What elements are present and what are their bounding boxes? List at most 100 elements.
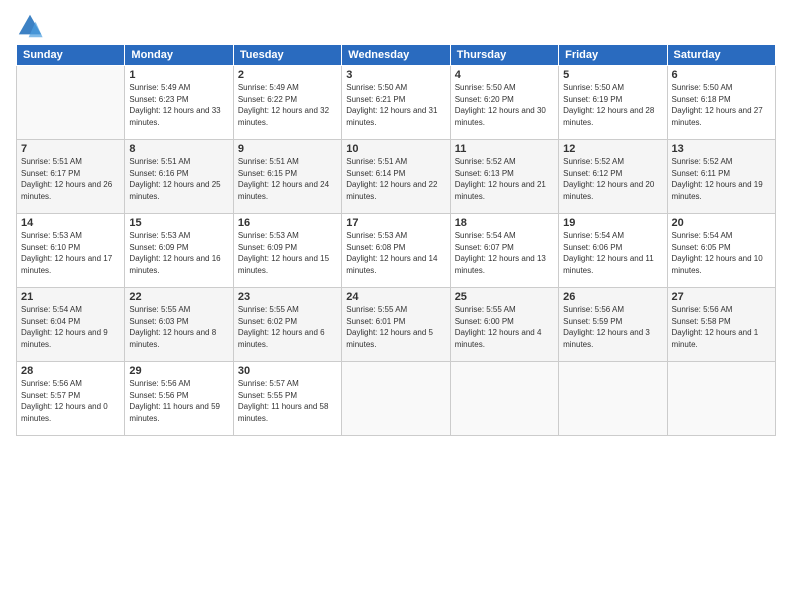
day-number: 8 — [129, 143, 228, 155]
calendar-cell: 19Sunrise: 5:54 AMSunset: 6:06 PMDayligh… — [559, 214, 667, 288]
calendar-cell: 29Sunrise: 5:56 AMSunset: 5:56 PMDayligh… — [125, 362, 233, 436]
day-info: Sunrise: 5:56 AMSunset: 5:58 PMDaylight:… — [672, 304, 771, 350]
day-number: 9 — [238, 143, 337, 155]
calendar-cell: 4Sunrise: 5:50 AMSunset: 6:20 PMDaylight… — [450, 66, 558, 140]
day-info: Sunrise: 5:53 AMSunset: 6:09 PMDaylight:… — [129, 230, 228, 276]
day-number: 19 — [563, 217, 662, 229]
day-number: 30 — [238, 365, 337, 377]
calendar-cell: 27Sunrise: 5:56 AMSunset: 5:58 PMDayligh… — [667, 288, 775, 362]
day-info: Sunrise: 5:49 AMSunset: 6:22 PMDaylight:… — [238, 82, 337, 128]
day-number: 23 — [238, 291, 337, 303]
weekday-header: Monday — [125, 45, 233, 66]
calendar-cell: 24Sunrise: 5:55 AMSunset: 6:01 PMDayligh… — [342, 288, 450, 362]
calendar-cell: 23Sunrise: 5:55 AMSunset: 6:02 PMDayligh… — [233, 288, 341, 362]
day-info: Sunrise: 5:52 AMSunset: 6:12 PMDaylight:… — [563, 156, 662, 202]
day-number: 25 — [455, 291, 554, 303]
header — [16, 12, 776, 40]
calendar-cell: 6Sunrise: 5:50 AMSunset: 6:18 PMDaylight… — [667, 66, 775, 140]
day-info: Sunrise: 5:54 AMSunset: 6:07 PMDaylight:… — [455, 230, 554, 276]
day-number: 21 — [21, 291, 120, 303]
weekday-header: Thursday — [450, 45, 558, 66]
calendar-cell: 10Sunrise: 5:51 AMSunset: 6:14 PMDayligh… — [342, 140, 450, 214]
calendar-cell — [342, 362, 450, 436]
calendar-cell: 8Sunrise: 5:51 AMSunset: 6:16 PMDaylight… — [125, 140, 233, 214]
day-info: Sunrise: 5:54 AMSunset: 6:06 PMDaylight:… — [563, 230, 662, 276]
day-info: Sunrise: 5:53 AMSunset: 6:08 PMDaylight:… — [346, 230, 445, 276]
weekday-header: Wednesday — [342, 45, 450, 66]
calendar-cell — [450, 362, 558, 436]
day-info: Sunrise: 5:56 AMSunset: 5:57 PMDaylight:… — [21, 378, 120, 424]
calendar-cell: 13Sunrise: 5:52 AMSunset: 6:11 PMDayligh… — [667, 140, 775, 214]
logo-icon — [16, 12, 44, 40]
day-number: 15 — [129, 217, 228, 229]
calendar-week-row: 14Sunrise: 5:53 AMSunset: 6:10 PMDayligh… — [17, 214, 776, 288]
calendar-week-row: 28Sunrise: 5:56 AMSunset: 5:57 PMDayligh… — [17, 362, 776, 436]
day-info: Sunrise: 5:52 AMSunset: 6:13 PMDaylight:… — [455, 156, 554, 202]
weekday-header: Friday — [559, 45, 667, 66]
calendar-cell: 15Sunrise: 5:53 AMSunset: 6:09 PMDayligh… — [125, 214, 233, 288]
day-info: Sunrise: 5:50 AMSunset: 6:20 PMDaylight:… — [455, 82, 554, 128]
calendar-cell: 21Sunrise: 5:54 AMSunset: 6:04 PMDayligh… — [17, 288, 125, 362]
day-number: 27 — [672, 291, 771, 303]
day-number: 11 — [455, 143, 554, 155]
day-number: 3 — [346, 69, 445, 81]
calendar-cell — [559, 362, 667, 436]
day-number: 24 — [346, 291, 445, 303]
day-number: 6 — [672, 69, 771, 81]
calendar-cell: 30Sunrise: 5:57 AMSunset: 5:55 PMDayligh… — [233, 362, 341, 436]
logo — [16, 12, 48, 40]
day-number: 20 — [672, 217, 771, 229]
calendar-cell: 28Sunrise: 5:56 AMSunset: 5:57 PMDayligh… — [17, 362, 125, 436]
day-number: 29 — [129, 365, 228, 377]
day-number: 1 — [129, 69, 228, 81]
day-number: 26 — [563, 291, 662, 303]
day-number: 12 — [563, 143, 662, 155]
day-info: Sunrise: 5:52 AMSunset: 6:11 PMDaylight:… — [672, 156, 771, 202]
calendar-cell: 12Sunrise: 5:52 AMSunset: 6:12 PMDayligh… — [559, 140, 667, 214]
day-number: 2 — [238, 69, 337, 81]
day-info: Sunrise: 5:53 AMSunset: 6:10 PMDaylight:… — [21, 230, 120, 276]
day-info: Sunrise: 5:56 AMSunset: 5:56 PMDaylight:… — [129, 378, 228, 424]
calendar-cell: 25Sunrise: 5:55 AMSunset: 6:00 PMDayligh… — [450, 288, 558, 362]
day-info: Sunrise: 5:54 AMSunset: 6:05 PMDaylight:… — [672, 230, 771, 276]
weekday-header-row: SundayMondayTuesdayWednesdayThursdayFrid… — [17, 45, 776, 66]
day-number: 16 — [238, 217, 337, 229]
day-number: 18 — [455, 217, 554, 229]
day-info: Sunrise: 5:55 AMSunset: 6:03 PMDaylight:… — [129, 304, 228, 350]
calendar-week-row: 1Sunrise: 5:49 AMSunset: 6:23 PMDaylight… — [17, 66, 776, 140]
day-info: Sunrise: 5:51 AMSunset: 6:14 PMDaylight:… — [346, 156, 445, 202]
day-number: 22 — [129, 291, 228, 303]
calendar-cell: 14Sunrise: 5:53 AMSunset: 6:10 PMDayligh… — [17, 214, 125, 288]
day-info: Sunrise: 5:51 AMSunset: 6:16 PMDaylight:… — [129, 156, 228, 202]
day-info: Sunrise: 5:50 AMSunset: 6:19 PMDaylight:… — [563, 82, 662, 128]
day-info: Sunrise: 5:55 AMSunset: 6:01 PMDaylight:… — [346, 304, 445, 350]
calendar-cell: 2Sunrise: 5:49 AMSunset: 6:22 PMDaylight… — [233, 66, 341, 140]
calendar-cell: 1Sunrise: 5:49 AMSunset: 6:23 PMDaylight… — [125, 66, 233, 140]
calendar-cell: 5Sunrise: 5:50 AMSunset: 6:19 PMDaylight… — [559, 66, 667, 140]
day-info: Sunrise: 5:54 AMSunset: 6:04 PMDaylight:… — [21, 304, 120, 350]
calendar-cell — [17, 66, 125, 140]
calendar-week-row: 21Sunrise: 5:54 AMSunset: 6:04 PMDayligh… — [17, 288, 776, 362]
calendar-cell: 11Sunrise: 5:52 AMSunset: 6:13 PMDayligh… — [450, 140, 558, 214]
day-info: Sunrise: 5:51 AMSunset: 6:17 PMDaylight:… — [21, 156, 120, 202]
day-info: Sunrise: 5:53 AMSunset: 6:09 PMDaylight:… — [238, 230, 337, 276]
calendar-cell: 22Sunrise: 5:55 AMSunset: 6:03 PMDayligh… — [125, 288, 233, 362]
day-number: 17 — [346, 217, 445, 229]
calendar-cell: 9Sunrise: 5:51 AMSunset: 6:15 PMDaylight… — [233, 140, 341, 214]
calendar-week-row: 7Sunrise: 5:51 AMSunset: 6:17 PMDaylight… — [17, 140, 776, 214]
calendar-cell: 18Sunrise: 5:54 AMSunset: 6:07 PMDayligh… — [450, 214, 558, 288]
day-info: Sunrise: 5:50 AMSunset: 6:18 PMDaylight:… — [672, 82, 771, 128]
day-info: Sunrise: 5:57 AMSunset: 5:55 PMDaylight:… — [238, 378, 337, 424]
day-number: 28 — [21, 365, 120, 377]
calendar-cell: 20Sunrise: 5:54 AMSunset: 6:05 PMDayligh… — [667, 214, 775, 288]
day-number: 4 — [455, 69, 554, 81]
day-info: Sunrise: 5:50 AMSunset: 6:21 PMDaylight:… — [346, 82, 445, 128]
weekday-header: Sunday — [17, 45, 125, 66]
weekday-header: Tuesday — [233, 45, 341, 66]
day-info: Sunrise: 5:55 AMSunset: 6:02 PMDaylight:… — [238, 304, 337, 350]
day-info: Sunrise: 5:49 AMSunset: 6:23 PMDaylight:… — [129, 82, 228, 128]
calendar-cell — [667, 362, 775, 436]
day-info: Sunrise: 5:56 AMSunset: 5:59 PMDaylight:… — [563, 304, 662, 350]
page: SundayMondayTuesdayWednesdayThursdayFrid… — [0, 0, 792, 612]
day-number: 10 — [346, 143, 445, 155]
